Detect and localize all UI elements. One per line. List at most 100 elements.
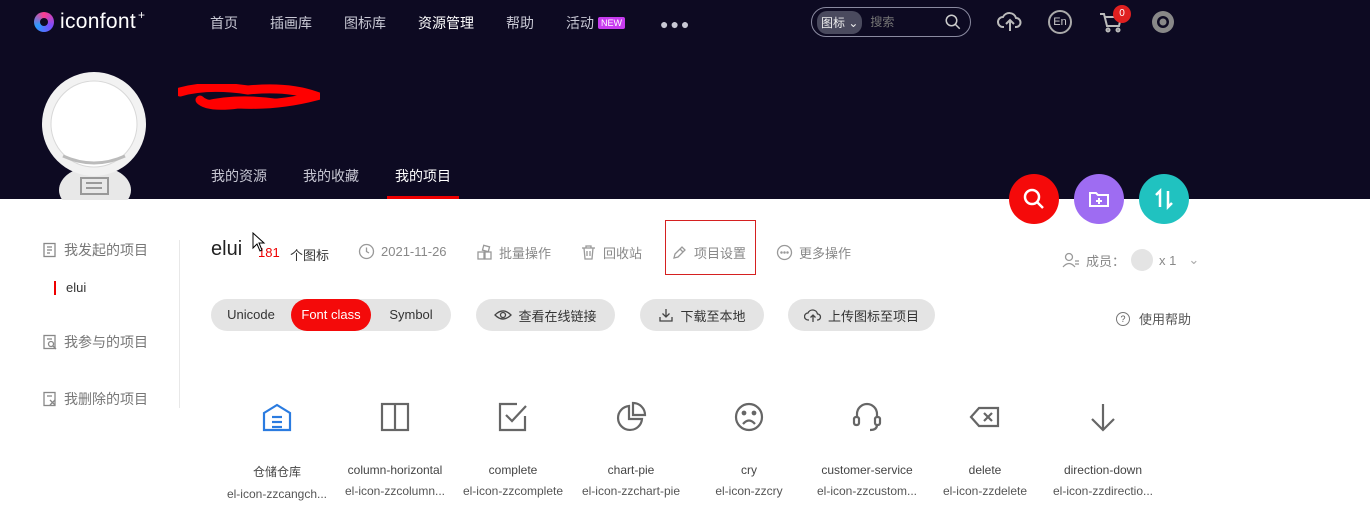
tab-my-favorites[interactable]: 我的收藏: [303, 166, 359, 186]
code-mode-switch: Unicode Font class Symbol: [211, 299, 451, 331]
sidebar-item-label: 我删除的项目: [64, 391, 148, 407]
icon-class: el-icon-zzdirectio...: [1052, 484, 1154, 498]
question-icon: ?: [1116, 311, 1130, 326]
search-type-select[interactable]: 图标 ⌄: [817, 10, 863, 34]
tab-my-projects[interactable]: 我的项目: [395, 166, 451, 186]
new-project-button[interactable]: [1074, 174, 1124, 224]
icon-name: delete: [968, 463, 1002, 477]
icon-card[interactable]: direction-down el-icon-zzdirectio...: [1044, 395, 1162, 498]
nav-help[interactable]: 帮助: [506, 13, 534, 33]
search-project-button[interactable]: [1009, 174, 1059, 224]
sidebar-item-my-created-projects[interactable]: 我发起的项目: [42, 240, 148, 260]
nav-home[interactable]: 首页: [210, 13, 238, 33]
sidebar-divider: [179, 240, 180, 408]
project-search-icon: [43, 334, 57, 350]
mode-font-class[interactable]: Font class: [291, 299, 371, 331]
search-icon[interactable]: [944, 13, 962, 31]
icon-card[interactable]: complete el-icon-zzcomplete: [454, 395, 572, 498]
icon-name: chart-pie: [607, 463, 655, 477]
upload-cloud-icon[interactable]: [997, 9, 1023, 35]
sidebar-item-my-deleted-projects[interactable]: 我删除的项目: [42, 389, 148, 409]
batch-operation-button[interactable]: 批量操作: [476, 243, 551, 262]
project-settings-label: 项目设置: [694, 246, 747, 261]
members-dropdown[interactable]: 成员： x 1 ⌄: [1062, 249, 1199, 271]
search-box: 图标 ⌄: [811, 7, 971, 37]
trash-icon: [582, 245, 595, 260]
nav-icon-library[interactable]: 图标库: [344, 13, 386, 33]
icon-class: el-icon-zzdelete: [942, 484, 1028, 498]
icon-class: el-icon-zzcangch...: [226, 487, 328, 501]
new-badge: NEW: [598, 17, 625, 29]
cry-face-icon: [734, 402, 764, 432]
profile-avatar[interactable]: [42, 70, 148, 200]
icon-card[interactable]: 仓储仓库 el-icon-zzcangch...: [218, 395, 336, 501]
arrow-down-icon: [1091, 404, 1115, 432]
sidebar-item-my-joined-projects[interactable]: 我参与的项目: [42, 332, 148, 352]
download-label: 下载至本地: [680, 308, 746, 324]
icon-name: column-horizontal: [347, 463, 443, 477]
more-operations-button[interactable]: 更多操作: [776, 243, 851, 262]
recycle-bin-label: 回收站: [603, 246, 643, 261]
icon-class: el-icon-zzcomplete: [462, 484, 564, 498]
sidebar-item-label: 我参与的项目: [64, 334, 148, 350]
chart-pie-icon: [616, 401, 647, 432]
tab-my-resources[interactable]: 我的资源: [211, 166, 267, 186]
user-avatar-icon[interactable]: [1150, 9, 1176, 35]
icon-class: el-icon-zzchart-pie: [581, 484, 681, 498]
language-toggle[interactable]: En: [1048, 10, 1072, 34]
search-type-label: 图标: [821, 15, 846, 30]
search-input[interactable]: [870, 15, 933, 29]
headset-icon: [852, 402, 882, 432]
icon-card[interactable]: customer-service el-icon-zzcustom...: [808, 395, 926, 498]
batch-operation-label: 批量操作: [499, 246, 552, 261]
icon-name: 仓储仓库: [252, 465, 301, 479]
project-date: 2021-11-26: [358, 243, 447, 260]
logo-text: iconfont: [60, 10, 136, 33]
mode-unicode[interactable]: Unicode: [211, 299, 291, 331]
backspace-delete-icon: [969, 406, 1000, 428]
eye-icon: [494, 310, 513, 320]
icon-card[interactable]: column-horizontal el-icon-zzcolumn...: [336, 395, 454, 498]
upload-icons-label: 上传图标至项目: [827, 308, 919, 324]
sidebar-item-label: 我发起的项目: [64, 242, 148, 258]
username-redacted: [178, 84, 320, 110]
nav-events-label: 活动: [566, 15, 594, 31]
icon-name: customer-service: [821, 463, 913, 477]
project-settings-button[interactable]: 项目设置: [671, 243, 746, 262]
project-deleted-icon: [43, 391, 56, 407]
edit-pencil-icon: [673, 246, 686, 259]
project-name: elui: [211, 238, 243, 260]
top-navbar: iconfont + 首页 插画库 图标库 资源管理 帮助 活动 NEW ●●● …: [0, 0, 1370, 44]
icon-name: cry: [741, 463, 757, 477]
upload-icons-button[interactable]: 上传图标至项目: [788, 299, 935, 331]
view-online-link-button[interactable]: 查看在线链接: [476, 299, 615, 331]
icon-name: direction-down: [1063, 463, 1143, 477]
nav-resource-management[interactable]: 资源管理: [418, 13, 474, 33]
members-label: 成员：: [1086, 253, 1126, 269]
batch-grid-icon: [477, 244, 492, 260]
folder-add-icon: [1089, 192, 1109, 207]
mode-symbol[interactable]: Symbol: [371, 299, 451, 331]
nav-illustrations[interactable]: 插画库: [270, 13, 312, 33]
icon-card[interactable]: cry el-icon-zzcry: [690, 395, 808, 498]
usage-help-link[interactable]: ? 使用帮助: [1116, 309, 1191, 328]
icon-card[interactable]: chart-pie el-icon-zzchart-pie: [572, 395, 690, 498]
project-date-text: 2021-11-26: [381, 244, 447, 259]
clock-icon: [358, 243, 375, 260]
view-online-link-label: 查看在线链接: [518, 308, 597, 324]
recycle-bin-button[interactable]: 回收站: [580, 243, 642, 262]
more-menu-icon[interactable]: ●●●: [660, 16, 691, 32]
sidebar-subitem-elui[interactable]: elui: [54, 281, 86, 295]
sort-arrows-icon: [1155, 187, 1173, 211]
nav-events[interactable]: 活动 NEW: [566, 13, 625, 33]
icon-class: el-icon-zzcustom...: [816, 484, 918, 498]
checkbox-complete-icon: [498, 402, 527, 432]
sort-projects-button[interactable]: [1139, 174, 1189, 224]
members-icon: [1062, 252, 1079, 267]
icon-card[interactable]: delete el-icon-zzdelete: [926, 395, 1044, 498]
icon-class: el-icon-zzcry: [715, 484, 783, 498]
download-icon: [659, 309, 674, 322]
active-tab-indicator: [387, 196, 459, 199]
download-button[interactable]: 下载至本地: [640, 299, 764, 331]
iconfont-logo[interactable]: iconfont +: [34, 8, 145, 34]
